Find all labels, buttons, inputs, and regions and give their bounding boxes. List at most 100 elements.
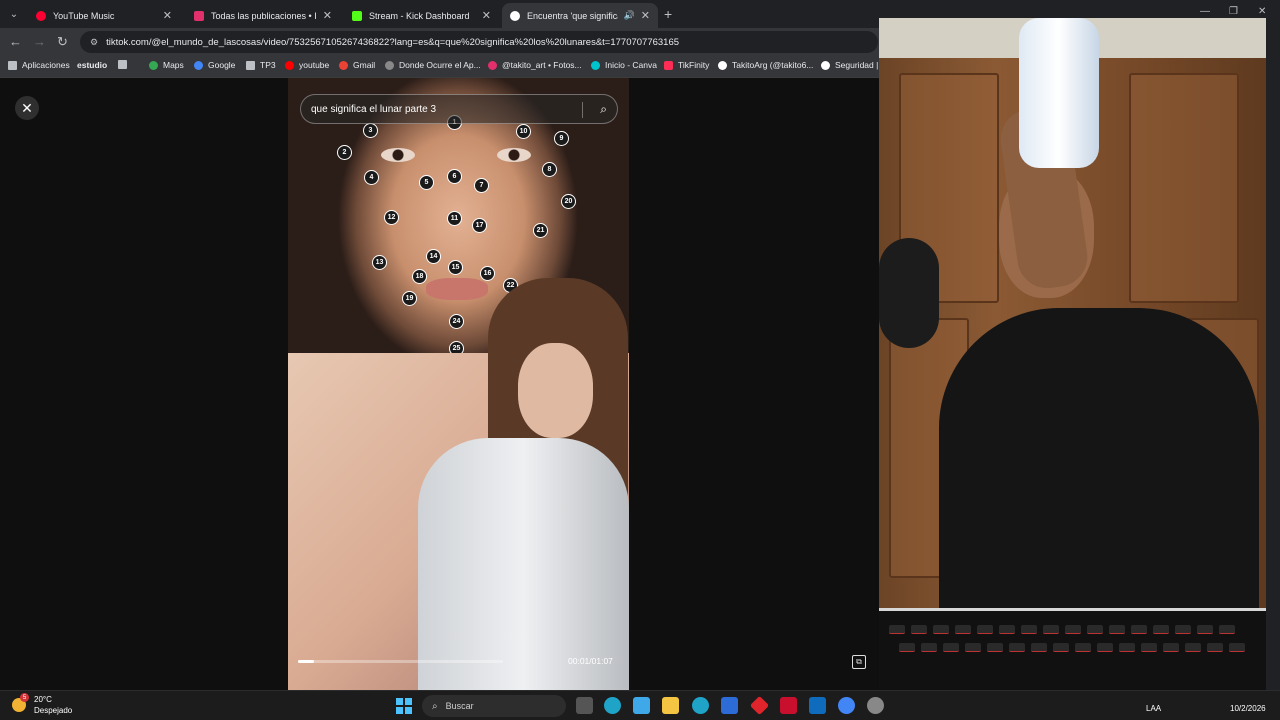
mole-marker: 3 xyxy=(363,123,378,138)
window-right-edge xyxy=(1266,18,1280,690)
system-date[interactable]: 10/2/2026 xyxy=(1230,704,1266,713)
taskbar-search[interactable]: ⌕ Buscar xyxy=(422,695,566,717)
shield-icon xyxy=(821,60,830,70)
bookmark-gmail[interactable]: Gmail xyxy=(339,60,375,70)
bookmark-label: @takito_art • Fotos... xyxy=(502,60,582,70)
minimize-icon[interactable]: — xyxy=(1200,6,1210,17)
presenter-face xyxy=(518,343,593,438)
video-progress-bar[interactable] xyxy=(298,660,503,663)
webcam-person-body xyxy=(939,308,1259,648)
tab-search-chevron-icon[interactable]: ⌄ xyxy=(4,4,24,24)
keyboard-key xyxy=(1229,643,1245,652)
tab-title: Stream - Kick Dashboard xyxy=(369,10,470,21)
bookmark-aplicaciones[interactable]: Aplicaciones xyxy=(8,60,70,70)
mole-marker: 20 xyxy=(561,194,576,209)
bookmark-label: Google xyxy=(208,60,236,70)
video-progress-fill xyxy=(298,660,315,663)
webcam-keyboard xyxy=(879,608,1266,690)
picture-in-picture-icon[interactable]: ⧉ xyxy=(852,655,866,669)
bookmark-maps[interactable]: Maps xyxy=(149,60,184,70)
speaker-icon[interactable]: 🔊 xyxy=(624,10,635,21)
site-info-icon[interactable]: ⚙ xyxy=(90,37,98,48)
bookmark-donde-ocurre[interactable]: Donde Ocurre el Ap... xyxy=(385,60,481,70)
bookmark-tp3[interactable]: TP3 xyxy=(246,60,276,70)
bookmark-takito-art[interactable]: @takito_art • Fotos... xyxy=(488,60,582,70)
close-icon[interactable]: ✕ xyxy=(163,9,172,22)
mole-marker: 2 xyxy=(337,145,352,160)
chrome-icon[interactable] xyxy=(838,697,855,714)
keyboard-key xyxy=(987,643,1003,652)
edge-icon[interactable] xyxy=(692,697,709,714)
input-language[interactable]: LAA xyxy=(1146,704,1161,713)
tiktok-icon xyxy=(510,10,520,21)
settings-icon[interactable] xyxy=(867,697,884,714)
bookmark-grid[interactable] xyxy=(118,60,132,69)
bookmark-google[interactable]: Google xyxy=(194,60,235,70)
mole-marker: 6 xyxy=(447,169,462,184)
bookmark-label: TakitoArg (@takito6... xyxy=(732,60,814,70)
windows-taskbar: 5 20°C Despejado ⌕ Buscar LAA 10/2/2026 xyxy=(0,690,1280,720)
bookmark-youtube[interactable]: youtube xyxy=(285,60,329,70)
instagram-icon xyxy=(194,10,204,21)
kick-icon xyxy=(352,10,362,21)
mole-marker: 13 xyxy=(372,255,387,270)
close-icon[interactable]: ✕ xyxy=(323,9,332,22)
tab-youtube-music[interactable]: YouTube Music ✕ xyxy=(28,3,180,28)
mole-marker: 15 xyxy=(448,260,463,275)
keyboard-key xyxy=(1087,625,1103,634)
bookmark-label: Maps xyxy=(163,60,184,70)
edge-beta-icon[interactable] xyxy=(604,697,621,714)
tab-tiktok-active[interactable]: Encuentra 'que significa los 🔊 ✕ xyxy=(502,3,658,28)
url-text: tiktok.com/@el_mundo_de_lascosas/video/7… xyxy=(106,36,680,48)
close-icon[interactable]: ✕ xyxy=(482,9,491,22)
tab-kick-dashboard[interactable]: Stream - Kick Dashboard ✕ xyxy=(344,3,499,28)
restore-icon[interactable]: ❐ xyxy=(1229,6,1238,17)
bookmark-label: Donde Ocurre el Ap... xyxy=(399,60,481,70)
google-icon xyxy=(194,60,203,70)
search-icon[interactable]: ⌕ xyxy=(600,102,607,117)
video-player[interactable]: 1 2 3 4 5 6 7 8 9 10 11 12 13 14 15 16 1… xyxy=(288,78,629,690)
bookmark-label: youtube xyxy=(299,60,330,70)
address-bar[interactable]: ⚙ tiktok.com/@el_mundo_de_lascosas/video… xyxy=(80,31,878,53)
bookmark-tikfinity[interactable]: TikFinity xyxy=(664,60,709,70)
keyboard-key xyxy=(999,625,1015,634)
weather-condition: Despejado xyxy=(34,706,73,715)
outlook-icon[interactable] xyxy=(809,697,826,714)
reload-icon[interactable]: ↻ xyxy=(57,35,68,49)
file-manager-icon[interactable] xyxy=(576,697,593,714)
mole-marker: 24 xyxy=(449,314,464,329)
bookmark-label: Aplicaciones xyxy=(22,60,70,70)
mole-marker: 7 xyxy=(474,178,489,193)
mole-marker: 5 xyxy=(419,175,434,190)
bookmark-takitoarg[interactable]: TakitoArg (@takito6... xyxy=(718,60,813,70)
keyboard-key xyxy=(1097,643,1113,652)
file-explorer-icon[interactable] xyxy=(662,697,679,714)
mole-marker: 11 xyxy=(447,211,462,226)
windows-start-icon[interactable] xyxy=(396,698,412,714)
keyboard-key xyxy=(1009,643,1025,652)
search-icon: ⌕ xyxy=(432,700,438,712)
red-diamond-app-icon[interactable] xyxy=(749,695,770,716)
mcafee-icon[interactable] xyxy=(780,697,797,714)
keyboard-key xyxy=(955,625,971,634)
store-icon[interactable] xyxy=(721,697,738,714)
bookmark-canva[interactable]: Inicio - Canva xyxy=(591,60,657,70)
close-video-button[interactable]: ✕ xyxy=(15,96,39,120)
mole-marker: 21 xyxy=(533,223,548,238)
copilot-icon[interactable] xyxy=(633,697,650,714)
canva-icon xyxy=(591,60,600,70)
new-tab-button[interactable]: + xyxy=(664,6,672,22)
back-arrow-icon[interactable]: ← xyxy=(9,35,22,49)
instagram-icon xyxy=(488,60,497,70)
keyboard-key xyxy=(1031,643,1047,652)
video-search-bar[interactable]: que significa el lunar parte 3 ⌕ xyxy=(300,94,618,124)
tab-instagram[interactable]: Todas las publicaciones • Instag ✕ xyxy=(186,3,340,28)
webcam-overlay xyxy=(879,18,1266,690)
window-close-icon[interactable]: ✕ xyxy=(1258,6,1266,17)
bookmark-estudio[interactable]: estudio xyxy=(77,60,107,70)
forward-arrow-icon[interactable]: → xyxy=(33,35,46,49)
mole-marker: 18 xyxy=(412,269,427,284)
webcam-cabinet xyxy=(1129,73,1239,303)
close-icon[interactable]: ✕ xyxy=(641,9,650,22)
bookmark-seguridad[interactable]: Seguridad | xyxy=(821,60,878,70)
